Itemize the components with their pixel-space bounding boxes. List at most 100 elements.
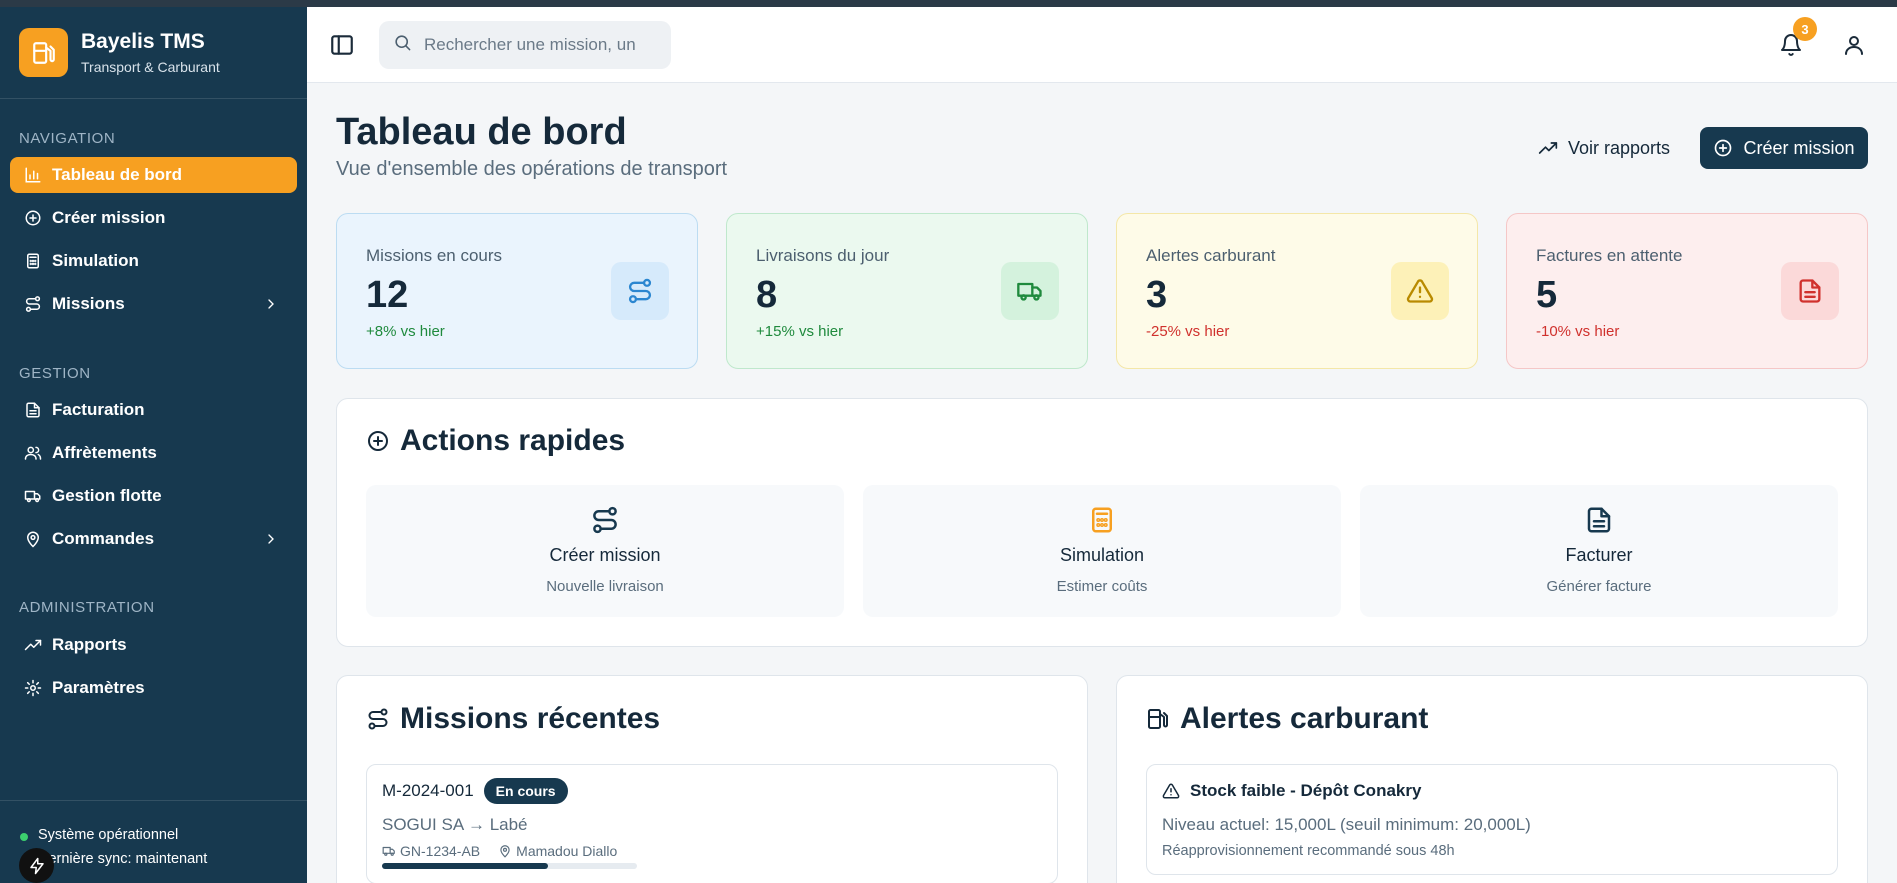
map-pin-icon [498,844,512,858]
sidebar-item-label: Commandes [52,529,155,548]
plus-circle-icon [24,209,42,227]
recent-missions-title: Missions récentes [366,702,660,736]
fuel-alerts-card: Alertes carburant Stock faible - Dépôt C… [1116,675,1868,883]
stat-card-fuel-alerts[interactable]: Alertes carburant 3 -25% vs hier [1116,213,1478,369]
calculator-icon [863,505,1341,535]
quick-action-simulation[interactable]: Simulation Estimer coûts [863,485,1341,617]
stat-change: +8% vs hier [366,323,445,340]
sidebar-item-facturation[interactable]: Facturation [10,392,297,428]
stat-change: -10% vs hier [1536,323,1620,340]
vehicle-plate: GN-1234-AB [400,843,481,859]
mission-progress-track [382,863,637,869]
quick-action-title: Créer mission [549,545,661,565]
system-status: Système opérationnel Dernière sync: main… [0,800,307,883]
view-reports-label: Voir rapports [1568,137,1671,158]
route-icon [366,707,400,731]
trending-up-icon [24,636,42,654]
sidebar-item-parametres[interactable]: Paramètres [10,670,297,706]
brand-subtitle: Transport & Carburant [81,59,220,75]
nav-section-gestion: GESTION [19,365,91,382]
sidebar-item-label: Créer mission [52,208,166,227]
route-icon [24,295,42,313]
sidebar-item-commandes[interactable]: Commandes [10,521,297,557]
sidebar-item-rapports[interactable]: Rapports [10,627,297,663]
quick-actions-title: Actions rapides [366,424,625,458]
search-input[interactable] [424,35,664,55]
view-reports-button[interactable]: Voir rapports [1524,127,1684,169]
alert-note: Réapprovisionnement recommandé sous 48h [1162,843,1455,859]
nav-section-administration: ADMINISTRATION [19,599,155,616]
truck-icon [1001,262,1059,320]
mission-id: M-2024-001 [382,781,474,800]
map-pin-icon [24,530,42,548]
sidebar-item-simulation[interactable]: Simulation [10,243,297,279]
quick-action-subtitle: Générer facture [1546,578,1652,595]
search-icon [393,33,412,57]
stat-card-invoices[interactable]: Factures en attente 5 -10% vs hier [1506,213,1868,369]
status-line: Système opérationnel [38,827,179,843]
warning-icon [1391,262,1449,320]
top-header: 3 [307,7,1897,83]
plus-circle-icon [1713,138,1743,158]
user-icon[interactable] [1842,33,1866,62]
stat-change: +15% vs hier [756,323,844,340]
stat-card-deliveries[interactable]: Livraisons du jour 8 +15% vs hier [726,213,1088,369]
bolt-icon[interactable] [19,848,54,883]
sidebar-item-gestion-flotte[interactable]: Gestion flotte [10,478,297,514]
quick-action-invoice[interactable]: Facturer Générer facture [1360,485,1838,617]
truck-icon [382,844,396,858]
status-badge: En cours [483,778,568,804]
nav-section-navigation: NAVIGATION [19,130,116,147]
recent-missions-title-text: Missions récentes [400,702,661,735]
sidebar-item-missions[interactable]: Missions [10,286,297,322]
plus-circle-icon [366,429,400,453]
sidebar-toggle-icon[interactable] [329,32,355,63]
quick-action-title: Facturer [1565,545,1633,565]
mission-route: SOGUI SA → Labé [382,815,528,834]
route-icon [611,262,669,320]
fuel-pump-icon [19,28,68,77]
sidebar-item-label: Paramètres [52,678,145,697]
quick-action-subtitle: Estimer coûts [1056,578,1148,595]
bar-chart-icon [24,166,42,184]
file-text-icon [1360,505,1838,535]
chevron-right-icon [263,531,279,552]
recent-missions-card: Missions récentes M-2024-001 En cours SO… [336,675,1088,883]
fuel-alert-item[interactable]: Stock faible - Dépôt Conakry Niveau actu… [1146,764,1838,875]
trending-up-icon [1538,138,1568,158]
sidebar-item-tableau-de-bord[interactable]: Tableau de bord [10,157,297,193]
sidebar-item-affretements[interactable]: Affrètements [10,435,297,471]
chevron-right-icon [263,296,279,317]
file-text-icon [24,401,42,419]
truck-icon [24,487,42,505]
stat-change: -25% vs hier [1146,323,1230,340]
sidebar-item-creer-mission[interactable]: Créer mission [10,200,297,236]
sidebar-item-label: Simulation [52,251,139,270]
brand[interactable]: Bayelis TMS Transport & Carburant [0,7,307,99]
gear-icon [24,679,42,697]
page-title: Tableau de bord [336,111,627,153]
warning-icon [1162,782,1180,800]
search-box[interactable] [379,21,671,69]
route-icon [366,505,844,535]
sync-line: Dernière sync: maintenant [38,851,208,867]
calculator-icon [24,252,42,270]
alert-detail: Niveau actuel: 15,000L (seuil minimum: 2… [1162,815,1531,834]
file-text-icon [1781,262,1839,320]
sidebar-item-label: Facturation [52,400,145,419]
users-icon [24,444,42,462]
sidebar: Bayelis TMS Transport & Carburant NAVIGA… [0,7,307,883]
sidebar-item-label: Gestion flotte [52,486,162,505]
sidebar-item-label: Missions [52,294,125,313]
window-top-strip [0,0,1897,7]
sidebar-item-label: Tableau de bord [52,165,183,184]
fuel-alerts-title-text: Alertes carburant [1180,702,1429,735]
stat-card-missions[interactable]: Missions en cours 12 +8% vs hier [336,213,698,369]
quick-action-title: Simulation [1059,545,1145,565]
status-dot [20,833,28,841]
quick-action-create-mission[interactable]: Créer mission Nouvelle livraison [366,485,844,617]
mission-row[interactable]: M-2024-001 En cours SOGUI SA → Labé GN-1… [366,764,1058,883]
alert-title: Stock faible - Dépôt Conakry [1190,781,1422,800]
create-mission-button[interactable]: Créer mission [1700,127,1868,169]
quick-actions-title-text: Actions rapides [400,424,626,457]
